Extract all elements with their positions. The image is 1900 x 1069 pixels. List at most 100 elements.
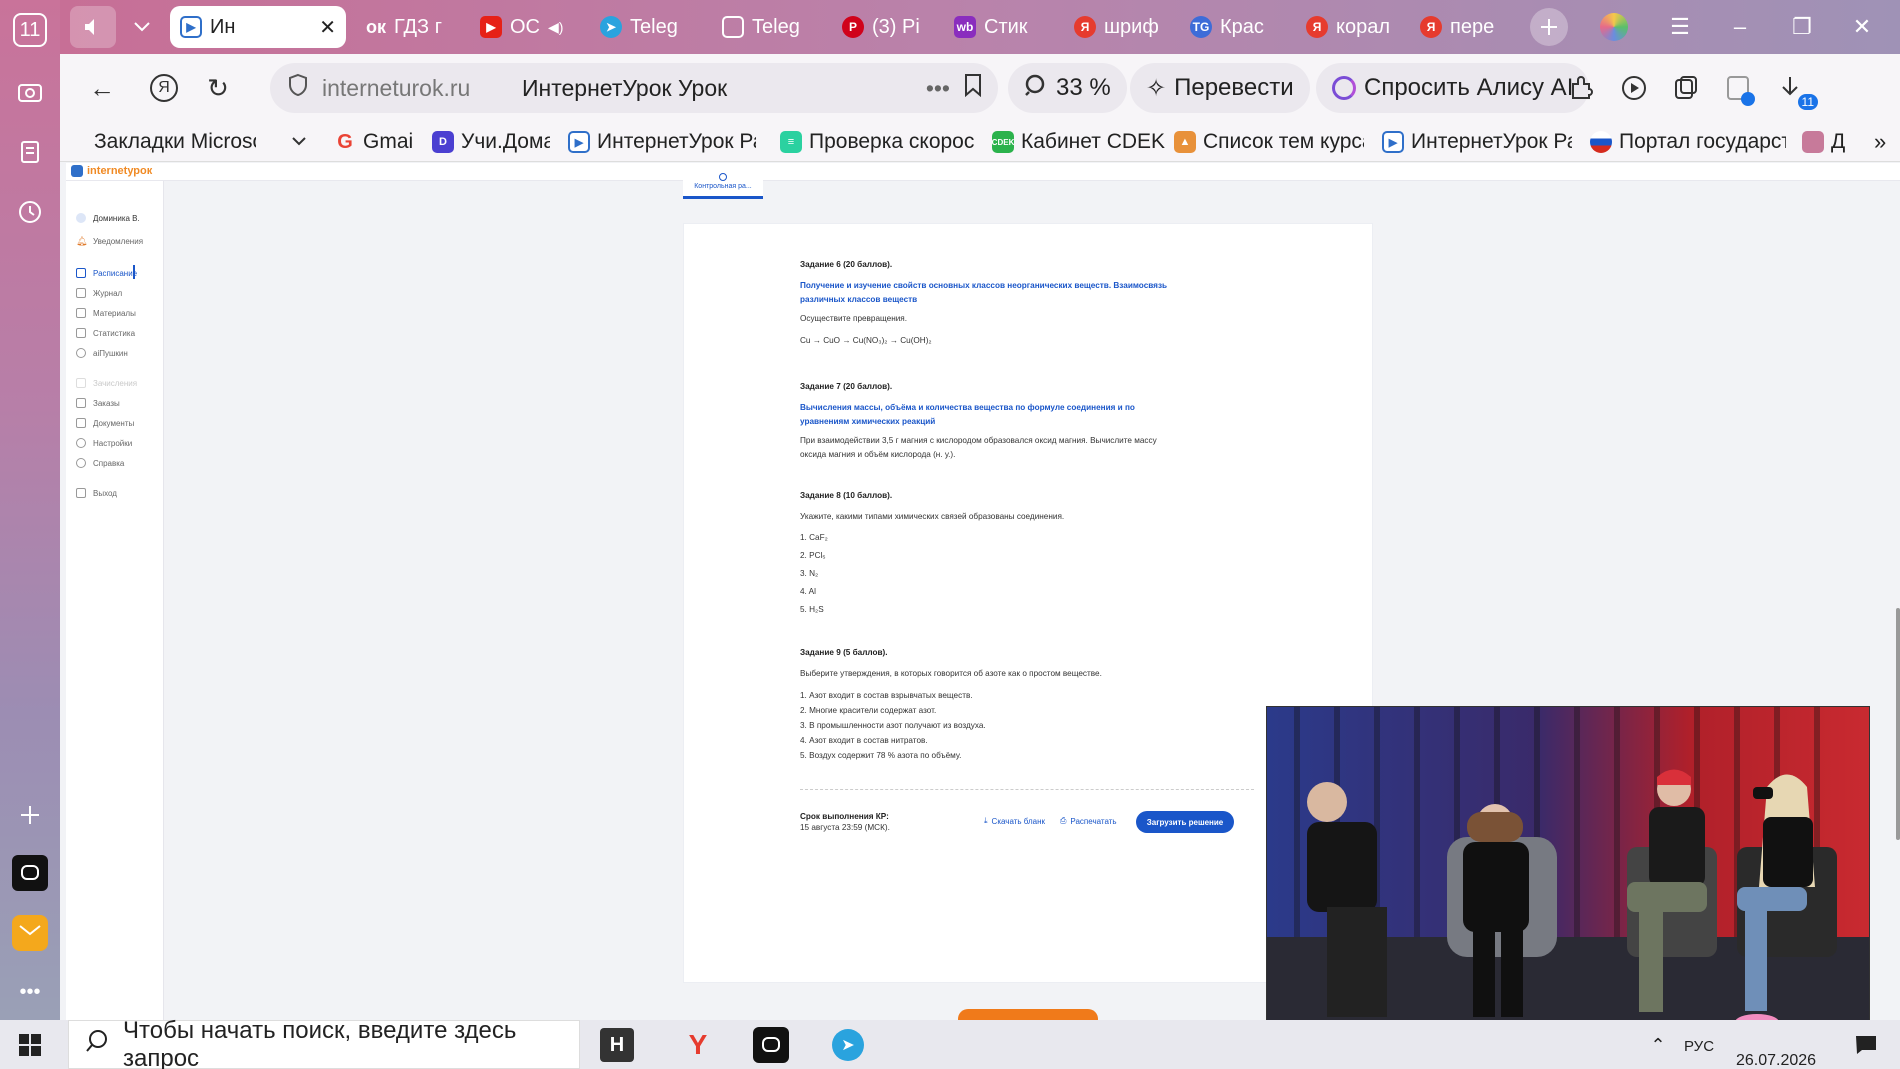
reload-icon[interactable]: ↻ — [196, 66, 240, 110]
profile-avatar[interactable] — [1594, 10, 1634, 44]
bookmarks-bar: Закладки Microsoft E G Gmail D Учи.Дома … — [60, 122, 1900, 162]
chevron-down-icon[interactable] — [122, 6, 162, 48]
list-item: 3. N₂ — [800, 569, 819, 578]
print-link[interactable]: ⎙ Распечатать — [1060, 816, 1117, 826]
bookmark-speedtest[interactable]: ≡ Проверка скорос — [780, 126, 974, 158]
sidebar-item-materials[interactable]: Материалы — [76, 308, 136, 318]
tab-active[interactable]: ▶ Ин ✕ — [170, 6, 346, 48]
sidebar-item-enrollments: Зачисления — [76, 378, 137, 388]
extensions-icon[interactable] — [1560, 66, 1604, 110]
site-logo[interactable]: internetурок — [71, 165, 152, 177]
profile-extension-icon[interactable] — [1716, 66, 1760, 110]
bookmarks-overflow-icon[interactable]: » — [1874, 126, 1886, 158]
sidebar-item-settings[interactable]: Настройки — [76, 438, 132, 448]
media-play-icon[interactable] — [1612, 66, 1656, 110]
back-icon[interactable]: ← — [80, 66, 124, 110]
cards-icon[interactable] — [1664, 66, 1708, 110]
sidebar-user[interactable]: Доминика В. — [76, 213, 140, 223]
windows-taskbar: Чтобы начать поиск, введите здесь запрос… — [0, 1016, 1900, 1069]
bookmark-folder[interactable]: Закладки Microsoft E — [94, 126, 256, 158]
telegram-taskbar-icon[interactable]: ➤ — [828, 1025, 868, 1065]
tab[interactable]: Я пере — [1410, 6, 1514, 48]
sidebar-item-notifications[interactable]: 🔔︎ Уведомления — [76, 236, 143, 246]
history-icon[interactable] — [10, 192, 50, 232]
list-item: 5. H₂S — [800, 605, 824, 614]
sidebar-item-label: Материалы — [93, 308, 136, 318]
sidebar-item-statistics[interactable]: Статистика — [76, 328, 135, 338]
minimize-icon[interactable]: – — [1720, 10, 1760, 44]
ask-alice-button[interactable]: Спросить Алису AI — [1316, 63, 1590, 113]
tab[interactable]: TG Крас — [1180, 6, 1284, 48]
bookmark-interneturok-2[interactable]: ▶ ИнтернетУрок Ра — [1382, 126, 1572, 158]
tab[interactable]: Я корал — [1296, 6, 1400, 48]
close-window-icon[interactable]: ✕ — [1842, 10, 1882, 44]
tab[interactable]: ➤ Teleg — [590, 6, 694, 48]
bookmark-gosuslugi[interactable]: Портал государст — [1590, 126, 1786, 158]
list-item: 1. Азот входит в состав взрывчатых вещес… — [800, 691, 973, 700]
bookmark-interneturok[interactable]: ▶ ИнтернетУрок Ра — [568, 126, 756, 158]
sidebar-item-aipushkin[interactable]: aiПушкин — [76, 348, 128, 358]
translate-button[interactable]: ✧ Перевести — [1130, 63, 1310, 113]
bookmark-cdek[interactable]: CDEK Кабинет CDEK — [992, 126, 1172, 158]
app-h-icon[interactable]: H — [600, 1028, 634, 1062]
new-tab-button[interactable] — [1530, 8, 1568, 46]
close-tab-icon[interactable]: ✕ — [319, 15, 336, 40]
sidebar-item-schedule[interactable]: Расписание — [76, 268, 137, 278]
download-blank-link[interactable]: ⤓ Скачать бланк — [984, 816, 1045, 826]
tab[interactable]: ок ГДЗ г — [356, 6, 460, 48]
bookmark-icon[interactable] — [964, 73, 982, 103]
tab[interactable]: wb Стик — [944, 6, 1048, 48]
taskbar-date[interactable]: 26.07.2026 — [1736, 1052, 1816, 1069]
bookmark-course-topics[interactable]: ▲ Список тем курса — [1174, 126, 1364, 158]
chevron-down-icon[interactable] — [292, 126, 306, 158]
telegram-icon: ➤ — [600, 16, 622, 38]
bookmark-d[interactable]: Д — [1802, 126, 1864, 158]
restore-icon[interactable]: ❐ — [1782, 10, 1822, 44]
video-player[interactable] — [1266, 706, 1870, 1046]
downloads-icon[interactable]: 11 — [1768, 66, 1818, 110]
sidebar-item-orders[interactable]: Заказы — [76, 398, 120, 408]
address-bar[interactable]: interneturok.ru ИнтернетУрок Урок ••• — [270, 63, 998, 113]
mail-app-icon[interactable] — [12, 915, 48, 951]
sidebar-item-logout[interactable]: Выход — [76, 488, 117, 498]
tab[interactable]: ▶ ОС ◀) — [470, 6, 574, 48]
translate-label: Перевести — [1174, 74, 1294, 101]
bookmark-label: Д — [1831, 130, 1846, 153]
tab[interactable]: P (3) Pi — [832, 6, 936, 48]
page-scrollbar[interactable] — [1896, 608, 1900, 840]
menu-icon[interactable]: ☰ — [1660, 10, 1700, 44]
sidebar-item-journal[interactable]: Журнал — [76, 288, 122, 298]
yandex-home-icon[interactable]: Я — [142, 66, 186, 110]
bookmark-uchi[interactable]: D Учи.Дома — [432, 126, 550, 158]
windows-start-icon[interactable] — [10, 1025, 50, 1065]
sound-tab-icon[interactable] — [70, 6, 116, 48]
yandex-browser-taskbar-icon[interactable]: Y — [678, 1025, 718, 1065]
notifications-icon[interactable] — [1846, 1025, 1886, 1065]
more-dots-icon[interactable]: ••• — [926, 75, 950, 102]
zoom-button[interactable]: 33 % — [1008, 63, 1127, 113]
collections-icon[interactable] — [10, 132, 50, 172]
upload-solution-button[interactable]: Загрузить решение — [1136, 811, 1234, 833]
tab[interactable]: Teleg — [712, 6, 816, 48]
sidebar-item-documents[interactable]: Документы — [76, 418, 134, 428]
tray-chevron-icon[interactable]: ⌃ — [1638, 1025, 1678, 1065]
tab-count-badge[interactable]: 11 — [13, 13, 47, 47]
taskbar-search-input[interactable]: Чтобы начать поиск, введите здесь запрос — [68, 1016, 580, 1069]
messenger-taskbar-icon[interactable] — [753, 1027, 789, 1063]
materials-icon — [76, 308, 86, 318]
orange-action-button[interactable] — [958, 1009, 1098, 1020]
shield-icon[interactable] — [288, 73, 308, 103]
screenshot-icon[interactable] — [10, 72, 50, 112]
search-placeholder: Чтобы начать поиск, введите здесь запрос — [123, 1016, 517, 1069]
test-tab[interactable]: Контрольная ра... — [683, 167, 763, 199]
more-icon[interactable]: ••• — [10, 972, 50, 1012]
add-panel-icon[interactable] — [10, 795, 50, 835]
bookmark-gmail[interactable]: G Gmail — [334, 126, 414, 158]
sidebar-item-label: Настройки — [93, 438, 133, 448]
sidebar-item-label: Выход — [93, 488, 117, 498]
sidebar-item-help[interactable]: Справка — [76, 458, 124, 468]
language-indicator[interactable]: РУС — [1684, 1038, 1714, 1055]
tab[interactable]: Я шриф — [1064, 6, 1168, 48]
messenger-app-icon[interactable] — [12, 855, 48, 891]
bookmark-label: ИнтернетУрок Ра — [597, 130, 756, 153]
